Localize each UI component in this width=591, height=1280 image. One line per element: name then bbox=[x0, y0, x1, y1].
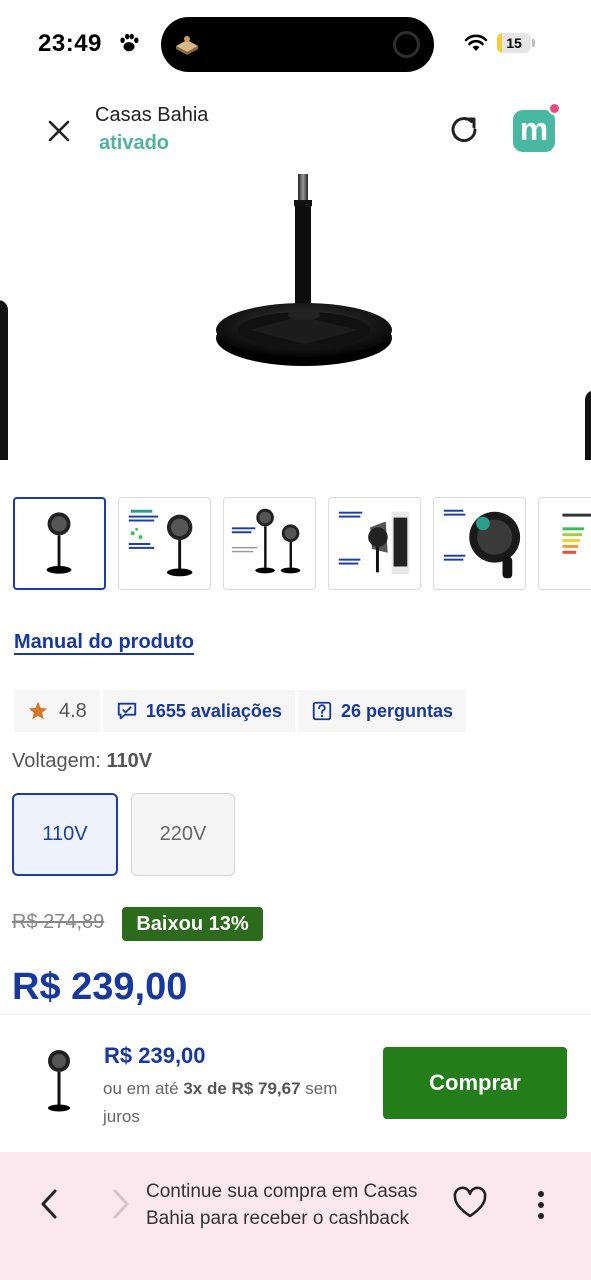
image-edge-right bbox=[585, 390, 591, 460]
status-bar: 23:49 15 bbox=[0, 0, 591, 88]
dynamic-island bbox=[161, 17, 434, 72]
voltage-option-110v[interactable]: 110V bbox=[12, 793, 118, 876]
reload-icon[interactable] bbox=[445, 111, 483, 149]
star-icon bbox=[28, 701, 48, 720]
product-price: R$ 239,00 bbox=[12, 966, 188, 1008]
rating-cell: 4.8 bbox=[14, 690, 100, 732]
thumbnail-4[interactable] bbox=[328, 497, 421, 590]
installments-prefix: ou em até bbox=[103, 1079, 179, 1098]
thumbnail-3[interactable] bbox=[223, 497, 316, 590]
old-price: R$ 274,89 bbox=[12, 911, 105, 933]
question-icon bbox=[312, 701, 332, 721]
battery-indicator: 15 bbox=[497, 33, 535, 53]
heart-icon[interactable] bbox=[452, 1186, 488, 1220]
voltage-selected: 110V bbox=[106, 750, 153, 772]
buy-button-label: Comprar bbox=[429, 1070, 521, 1095]
thumbnail-5[interactable] bbox=[433, 497, 526, 590]
battery-level: 15 bbox=[506, 35, 522, 51]
close-icon[interactable] bbox=[44, 116, 74, 146]
voltage-label: Voltagem: 110V bbox=[12, 750, 152, 773]
status-time: 23:49 bbox=[38, 30, 102, 57]
rating-value: 4.8 bbox=[59, 699, 87, 722]
brand-logo[interactable]: m bbox=[513, 102, 561, 152]
discount-badge: Baixou 13% bbox=[122, 907, 263, 941]
cashback-status: ativado bbox=[99, 132, 170, 154]
installments-value: 3x de R$ 79,67 bbox=[183, 1079, 301, 1098]
reviews-link[interactable]: 1655 avaliações bbox=[102, 690, 295, 732]
bottom-bar: Continue sua compra em Casas Bahia para … bbox=[0, 1152, 591, 1280]
buy-bar-price: R$ 239,00 bbox=[104, 1043, 206, 1068]
camera-ring bbox=[393, 31, 420, 58]
thumbnail-strip[interactable] bbox=[13, 497, 591, 590]
rating-bar: 4.8 1655 avaliações 26 perguntas bbox=[14, 690, 469, 732]
voltage-option-label: 110V bbox=[42, 823, 88, 845]
wifi-icon bbox=[464, 34, 488, 51]
manual-link[interactable]: Manual do produto bbox=[14, 631, 194, 654]
installments-text: ou em até 3x de R$ 79,67 sem juros bbox=[103, 1075, 373, 1131]
chevron-right-icon[interactable] bbox=[108, 1187, 134, 1221]
questions-count: 26 perguntas bbox=[340, 700, 453, 721]
voltage-label-text: Voltagem: bbox=[12, 750, 101, 772]
chat-icon bbox=[117, 702, 136, 720]
product-image[interactable] bbox=[0, 160, 591, 460]
voltage-option-220v[interactable]: 220V bbox=[131, 793, 235, 876]
image-edge-left bbox=[0, 300, 8, 460]
book-icon bbox=[176, 36, 198, 55]
thumbnail-2[interactable] bbox=[118, 497, 211, 590]
fan-stand-image bbox=[216, 174, 392, 366]
thumbnail-6[interactable] bbox=[538, 497, 591, 590]
store-title: Casas Bahia bbox=[95, 104, 209, 126]
more-vertical-icon[interactable] bbox=[530, 1188, 552, 1222]
questions-link[interactable]: 26 perguntas bbox=[297, 690, 466, 732]
cashback-message: Continue sua compra em Casas Bahia para … bbox=[146, 1181, 418, 1229]
buy-bar: R$ 239,00 ou em até 3x de R$ 79,67 sem j… bbox=[0, 1014, 591, 1152]
logo-letter: m bbox=[519, 111, 549, 147]
paw-icon bbox=[120, 33, 139, 52]
buy-bar-product-thumbnail bbox=[48, 1050, 70, 1112]
reviews-count: 1655 avaliações bbox=[145, 700, 282, 721]
buy-button[interactable]: Comprar bbox=[383, 1047, 567, 1119]
chevron-left-icon[interactable] bbox=[36, 1187, 62, 1221]
notification-dot bbox=[548, 102, 561, 115]
thumbnail-1[interactable] bbox=[13, 497, 106, 590]
voltage-option-label: 220V bbox=[159, 823, 207, 845]
